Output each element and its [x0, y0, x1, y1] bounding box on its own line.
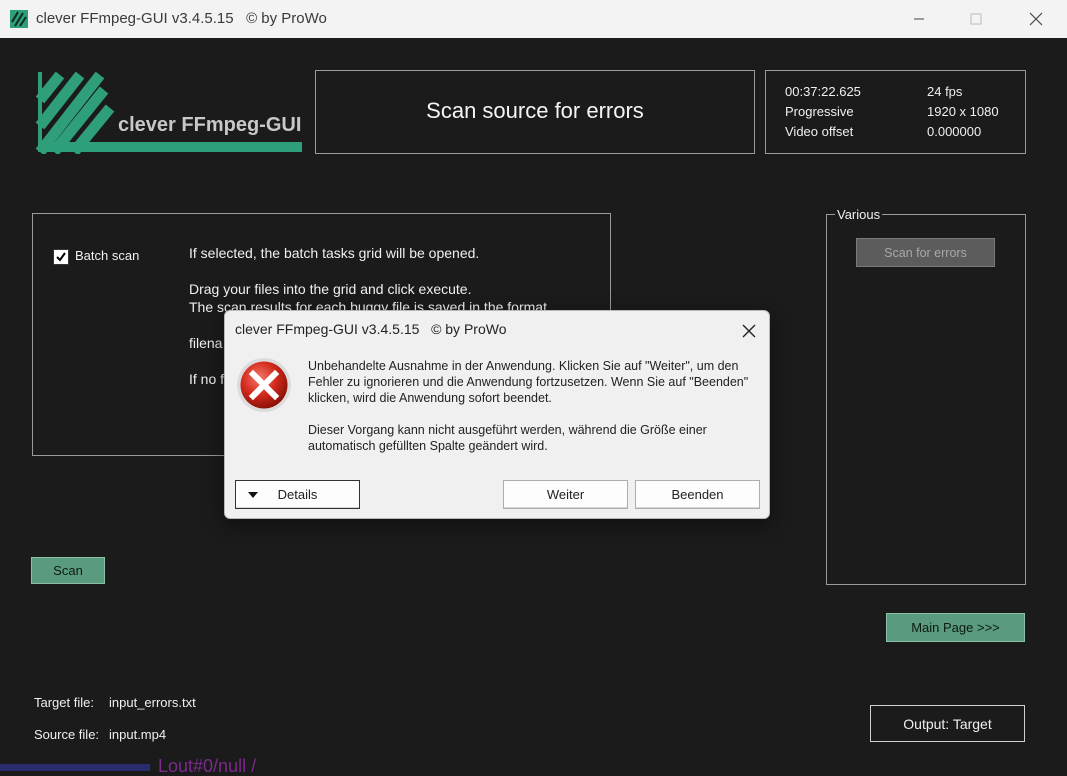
description-line-2: Drag your files into the grid and click …	[189, 281, 472, 297]
close-icon	[742, 324, 756, 338]
minimize-icon	[914, 18, 924, 20]
error-dialog: clever FFmpeg-GUI v3.4.5.15 © by ProWo U…	[224, 310, 770, 519]
target-file-value: input_errors.txt	[109, 695, 196, 710]
title-bar: clever FFmpeg-GUI v3.4.5.15 © by ProWo	[0, 0, 1067, 38]
output-target-button[interactable]: Output: Target	[870, 705, 1025, 742]
close-button[interactable]	[1013, 0, 1059, 38]
minimize-button[interactable]	[896, 0, 942, 38]
duration: 00:37:22.625	[785, 84, 861, 99]
scan-for-errors-button[interactable]: Scan for errors	[856, 238, 995, 267]
app-icon	[10, 10, 28, 28]
batch-scan-checkbox[interactable]	[53, 249, 69, 265]
dialog-message-1: Unbehandelte Ausnahme in der Anwendung. …	[308, 359, 749, 405]
app-logo: clever FFmpeg-GUI	[34, 70, 304, 156]
target-file-label: Target file:	[34, 695, 94, 710]
fps: 24 fps	[927, 84, 963, 99]
chevron-down-icon	[248, 492, 258, 498]
resolution: 1920 x 1080	[927, 104, 999, 119]
logo-graphic	[35, 71, 302, 156]
error-icon	[235, 356, 293, 414]
beenden-button[interactable]: Beenden	[635, 480, 760, 509]
scan-type: Progressive	[785, 104, 854, 119]
dialog-close-button[interactable]	[735, 317, 763, 345]
maximize-icon	[970, 13, 982, 25]
various-label: Various	[835, 207, 883, 222]
scan-button[interactable]: Scan	[31, 557, 105, 584]
dialog-title: clever FFmpeg-GUI v3.4.5.15 © by ProWo	[235, 321, 507, 337]
video-offset-value: 0.000000	[927, 124, 982, 139]
page-title: Scan source for errors	[426, 98, 644, 123]
batch-scan-label[interactable]: Batch scan	[75, 248, 139, 263]
close-icon	[1029, 12, 1043, 26]
various-group: Various Scan for errors	[826, 207, 1026, 585]
dialog-message-2: Dieser Vorgang kann nicht ausgeführt wer…	[308, 423, 707, 453]
header-box: Scan source for errors	[315, 70, 755, 154]
video-info-box: 00:37:22.625 24 fps Progressive 1920 x 1…	[765, 70, 1026, 154]
logo-text: clever FFmpeg-GUI	[118, 114, 302, 136]
description-line-1: If selected, the batch tasks grid will b…	[189, 245, 480, 261]
video-offset-label: Video offset	[785, 124, 854, 139]
main-page-button[interactable]: Main Page >>>	[886, 613, 1025, 642]
description-line-4: filena	[189, 335, 223, 351]
source-file-value: input.mp4	[109, 727, 167, 742]
description-line-5: If no f	[189, 371, 225, 387]
source-file-label: Source file:	[34, 727, 100, 742]
details-button[interactable]: Details	[235, 480, 360, 509]
background-window-strip	[0, 764, 150, 771]
maximize-button[interactable]	[953, 0, 999, 38]
window-title: clever FFmpeg-GUI v3.4.5.15 © by ProWo	[36, 10, 327, 27]
background-window-text: Lout#0/null /	[158, 756, 257, 776]
checkmark-icon	[56, 252, 66, 262]
weiter-button[interactable]: Weiter	[503, 480, 628, 509]
details-button-label: Details	[277, 487, 318, 502]
